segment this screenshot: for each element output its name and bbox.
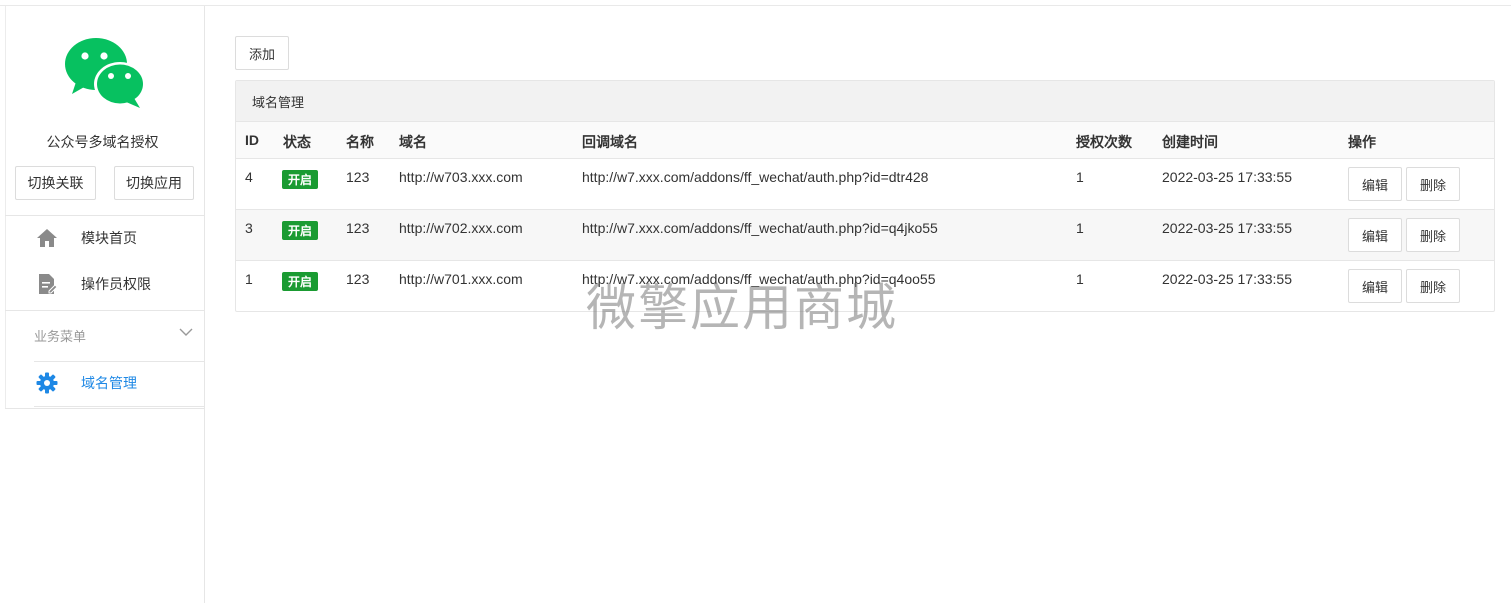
cell-count: 1 — [1076, 220, 1084, 236]
wechat-logo-icon — [62, 36, 148, 112]
column-header-name: 名称 — [346, 134, 374, 150]
status-badge: 开启 — [282, 170, 319, 189]
cell-name: 123 — [346, 220, 370, 236]
cell-callback: http://w7.xxx.com/addons/ff_wechat/auth.… — [582, 169, 929, 185]
cell-id: 3 — [245, 220, 253, 236]
watermark: 微擎应用商城 — [586, 279, 898, 337]
document-edit-icon — [35, 272, 59, 296]
cell-count: 1 — [1076, 169, 1084, 185]
column-header-actions: 操作 — [1348, 134, 1376, 150]
delete-button[interactable]: 删除 — [1406, 269, 1460, 303]
cell-name: 123 — [346, 169, 370, 185]
cell-domain: http://w703.xxx.com — [399, 169, 523, 185]
sidebar-divider — [5, 408, 205, 409]
cell-callback: http://w7.xxx.com/addons/ff_wechat/auth.… — [582, 220, 938, 236]
sidebar-item-label: 域名管理 — [81, 375, 137, 391]
cell-id: 4 — [245, 169, 253, 185]
sidebar-edge — [5, 6, 6, 408]
column-header-status: 状态 — [283, 134, 311, 150]
table-row: 4 开启 123 http://w703.xxx.com http://w7.x… — [236, 159, 1494, 210]
edit-button[interactable]: 编辑 — [1348, 167, 1402, 201]
edit-button[interactable]: 编辑 — [1348, 269, 1402, 303]
status-badge: 开启 — [282, 221, 319, 240]
table-row: 3 开启 123 http://w702.xxx.com http://w7.x… — [236, 210, 1494, 261]
sidebar-divider — [34, 361, 205, 362]
home-icon — [35, 226, 59, 250]
sidebar-item-module-home[interactable]: 模块首页 — [30, 218, 205, 258]
panel-title: 域名管理 — [236, 81, 1494, 122]
gear-icon — [35, 371, 59, 395]
sidebar-item-label: 操作员权限 — [81, 276, 151, 292]
column-header-callback: 回调域名 — [582, 134, 638, 150]
cell-name: 123 — [346, 271, 370, 287]
status-badge: 开启 — [282, 272, 319, 291]
cell-created: 2022-03-25 17:33:55 — [1162, 169, 1292, 185]
cell-count: 1 — [1076, 271, 1084, 287]
column-header-id: ID — [245, 132, 259, 148]
edit-button[interactable]: 编辑 — [1348, 218, 1402, 252]
app-name: 公众号多域名授权 — [46, 134, 159, 150]
switch-app-button[interactable]: 切换应用 — [114, 166, 194, 200]
chevron-down-icon[interactable] — [178, 324, 194, 340]
delete-button[interactable]: 删除 — [1406, 218, 1460, 252]
cell-domain: http://w701.xxx.com — [399, 271, 523, 287]
sidebar-item-domain-management[interactable]: 域名管理 — [30, 363, 205, 403]
add-button[interactable]: 添加 — [235, 36, 289, 70]
sidebar-divider — [34, 406, 205, 407]
menu-group-label: 业务菜单 — [34, 329, 87, 344]
cell-id: 1 — [245, 271, 253, 287]
column-header-domain: 域名 — [399, 134, 427, 150]
cell-created: 2022-03-25 17:33:55 — [1162, 271, 1292, 287]
sidebar-divider — [5, 215, 205, 216]
switch-association-button[interactable]: 切换关联 — [15, 166, 96, 200]
sidebar-item-operator-permission[interactable]: 操作员权限 — [30, 264, 205, 304]
delete-button[interactable]: 删除 — [1406, 167, 1460, 201]
column-header-created: 创建时间 — [1162, 134, 1218, 150]
cell-domain: http://w702.xxx.com — [399, 220, 523, 236]
table-header: ID 状态 名称 域名 回调域名 授权次数 创建时间 操作 — [236, 122, 1494, 159]
sidebar-item-label: 模块首页 — [81, 230, 137, 246]
column-header-count: 授权次数 — [1076, 134, 1132, 150]
cell-created: 2022-03-25 17:33:55 — [1162, 220, 1292, 236]
sidebar-divider — [5, 310, 205, 311]
top-divider — [0, 5, 1511, 6]
